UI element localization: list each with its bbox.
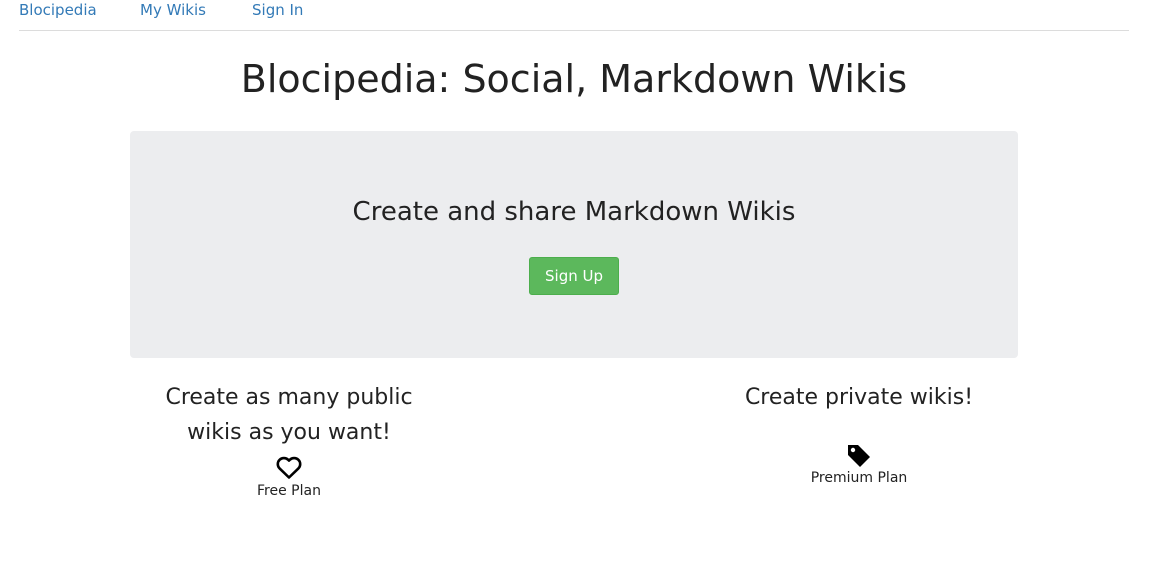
premium-plan-heading: Create private wikis! xyxy=(744,385,974,410)
jumbotron: Create and share Markdown Wikis Sign Up xyxy=(130,131,1018,358)
page-title: Blocipedia: Social, Markdown Wikis xyxy=(240,57,908,101)
free-plan-label: Free Plan xyxy=(257,483,321,499)
premium-plan-label: Premium Plan xyxy=(810,470,908,486)
free-plan-heading: Create as many public wikis as you want! xyxy=(165,385,413,445)
premium-plan-feature: Create private wikis! Premium Plan xyxy=(720,380,998,488)
jumbotron-heading: Create and share Markdown Wikis xyxy=(352,197,796,227)
top-navbar: Blocipedia My Wikis Sign In xyxy=(19,0,1129,31)
my-wikis-link[interactable]: My Wikis xyxy=(140,1,206,19)
sign-up-button[interactable]: Sign Up xyxy=(529,257,619,295)
brand-link[interactable]: Blocipedia xyxy=(19,1,97,19)
heart-icon xyxy=(276,456,302,479)
sign-in-link[interactable]: Sign In xyxy=(252,1,303,19)
free-plan-feature: Create as many public wikis as you want!… xyxy=(150,380,428,501)
tag-icon xyxy=(848,445,870,467)
